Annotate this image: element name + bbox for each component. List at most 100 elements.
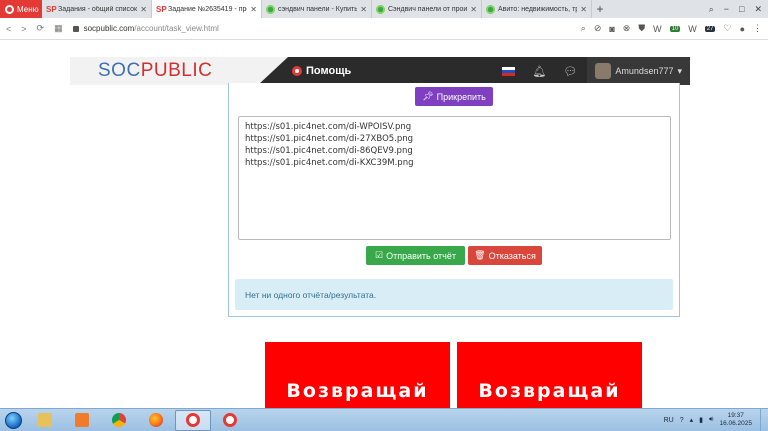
page-content: SOC PUBLIC Помощь 🔔︎ 💬︎ Amundsen777 ▾ 📌︎ … (0, 41, 768, 408)
clock[interactable]: 19:37 16.06.2025 (719, 412, 752, 428)
close-icon[interactable]: ✕ (754, 4, 762, 15)
back-icon[interactable]: < (6, 24, 11, 34)
chrome-icon (112, 413, 126, 427)
network-icon[interactable]: ▮ (699, 416, 703, 424)
checkbox-icon: ☑ (375, 250, 384, 260)
socpublic-favicon-icon: SP (156, 4, 167, 14)
profile-icon[interactable]: ● (740, 24, 745, 34)
lens-icon[interactable]: ⊘ (594, 23, 602, 34)
chevron-down-icon: ▾ (677, 65, 682, 76)
tab-close-icon[interactable]: ✕ (580, 5, 587, 14)
heart-icon[interactable]: ♡ (723, 23, 731, 34)
tab-tasks-list[interactable]: SP Задания - общий список з ✕ (42, 0, 152, 18)
camera-icon[interactable]: ◙ (609, 24, 614, 34)
russian-flag-icon[interactable] (502, 66, 516, 76)
taskbar-firefox[interactable] (138, 410, 174, 431)
firefox-icon (149, 413, 163, 427)
lock-icon (72, 25, 79, 32)
task-card: 📌︎ Прикрепить https://s01.pic4net.com/di… (228, 83, 680, 317)
extension-counter-badge[interactable]: 27 (704, 25, 716, 32)
chat-icon[interactable]: 💬︎ (563, 65, 577, 78)
tab-title: Авито: недвижимость, тра (498, 5, 578, 13)
tab-title: сэндвич панели - Купить (278, 5, 358, 13)
more-menu-icon[interactable]: ⋮ (753, 23, 762, 34)
no-reports-notice: Нет ни одного отчёта/результата. (235, 279, 673, 310)
tab-task-view[interactable]: SP Задание №2635419 - про ✕ (152, 0, 262, 18)
volume-icon[interactable]: 🔊︎ (709, 416, 713, 424)
taskbar-chrome[interactable] (101, 410, 137, 431)
site-header: SOC PUBLIC Помощь 🔔︎ 💬︎ Amundsen777 ▾ (70, 57, 690, 85)
system-tray: RU ? ▴ ▮ 🔊︎ 19:37 16.06.2025 (664, 412, 760, 428)
submit-report-button[interactable]: ☑ Отправить отчёт (366, 246, 465, 265)
extension-counter-badge[interactable]: 10 (669, 25, 681, 32)
help-icon[interactable]: ? (680, 417, 684, 424)
tab-sandwich-buy[interactable]: сэндвич панели - Купить ✕ (262, 0, 372, 18)
refuse-label: Отказаться (488, 250, 536, 261)
extensions-area: ⌕ ⊘ ◙ ⊗ ⛊ W 10 W 27 ♡ ● ⋮ (581, 23, 762, 34)
clock-date: 16.06.2025 (719, 420, 752, 427)
report-link-line: https://s01.pic4net.com/di-KXC39M.png (245, 158, 414, 168)
avatar (595, 63, 612, 79)
tray-arrow-icon[interactable]: ▴ (690, 416, 694, 424)
search-icon[interactable]: ⌕ (581, 23, 586, 34)
tab-sandwich-manufacturer[interactable]: Сэндвич панели от произ ✕ (372, 0, 482, 18)
pin-button[interactable]: 📌︎ Прикрепить (415, 87, 493, 106)
header-icons: 🔔︎ 💬︎ (502, 65, 587, 78)
folder-icon (38, 413, 52, 427)
ad-banner-left[interactable]: Возвращай (265, 342, 450, 408)
new-tab-button[interactable]: + (592, 0, 608, 18)
lifebuoy-icon (292, 66, 302, 76)
report-textarea[interactable]: https://s01.pic4net.com/di-WPOISV.png ht… (238, 116, 671, 240)
logo-soc-text: SOC (98, 60, 141, 81)
forward-icon[interactable]: > (21, 24, 26, 34)
tab-close-icon[interactable]: ✕ (360, 5, 367, 14)
taskbar-opera[interactable] (212, 410, 248, 431)
language-indicator[interactable]: RU (664, 417, 674, 424)
site-logo[interactable]: SOC PUBLIC (70, 57, 288, 85)
start-button[interactable] (0, 410, 26, 431)
username: Amundsen777 (615, 66, 674, 76)
url-domain: socpublic.com (83, 24, 135, 33)
reload-icon[interactable]: ⟳ (37, 23, 45, 34)
action-buttons: ☑ Отправить отчёт 🗑︎ Отказаться (366, 246, 542, 265)
minimize-icon[interactable]: − (724, 4, 729, 14)
shield-icon[interactable]: ⛊ (638, 23, 645, 34)
user-menu[interactable]: Amundsen777 ▾ (587, 57, 690, 85)
help-link[interactable]: Помощь (292, 65, 351, 77)
tab-close-icon[interactable]: ✕ (470, 5, 477, 14)
taskbar-opera-active[interactable] (175, 409, 211, 431)
report-link-line: https://s01.pic4net.com/di-86QEV9.png (245, 146, 413, 156)
avito-favicon-icon (486, 4, 495, 14)
opera-icon (5, 4, 14, 14)
help-label: Помощь (306, 65, 352, 77)
windows-taskbar: RU ? ▴ ▮ 🔊︎ 19:37 16.06.2025 (0, 408, 768, 431)
header-nav: Помощь 🔔︎ 💬︎ Amundsen777 ▾ (258, 57, 690, 85)
socpublic-favicon-icon: SP (46, 4, 57, 14)
maximize-icon[interactable]: □ (739, 4, 744, 14)
taskbar-media-player[interactable] (64, 410, 100, 431)
avito-favicon-icon (266, 4, 275, 14)
show-desktop-button[interactable] (760, 408, 768, 431)
tab-avito[interactable]: Авито: недвижимость, тра ✕ (482, 0, 592, 18)
tab-title: Задание №2635419 - про (168, 5, 248, 13)
taskbar-explorer[interactable] (27, 410, 63, 431)
extension-w-icon[interactable]: W (653, 24, 662, 34)
browser-tab-bar: Меню SP Задания - общий список з ✕ SP За… (0, 0, 768, 18)
trash-icon: 🗑︎ (474, 250, 486, 260)
bell-icon[interactable]: 🔔︎ (532, 65, 546, 78)
browser-menu-label: Меню (17, 4, 39, 14)
window-controls: ⌕ − □ ✕ (709, 0, 768, 18)
ad-banner-right[interactable]: Возвращай (457, 342, 642, 408)
refuse-button[interactable]: 🗑︎ Отказаться (468, 246, 542, 265)
tab-close-icon[interactable]: ✕ (140, 5, 147, 14)
opera-icon (186, 413, 200, 427)
tab-search-icon[interactable]: ⌕ (709, 4, 714, 15)
url-field[interactable]: socpublic.com/account/task_view.html (72, 24, 219, 33)
avito-favicon-icon (376, 4, 385, 14)
clock-time: 19:37 (727, 412, 744, 419)
tab-close-icon[interactable]: ✕ (250, 5, 257, 14)
extension-w2-icon[interactable]: W (688, 24, 697, 34)
block-icon[interactable]: ⊗ (623, 23, 631, 34)
tabs-grid-icon[interactable]: ▦ (54, 23, 63, 34)
browser-menu-button[interactable]: Меню (0, 0, 42, 18)
